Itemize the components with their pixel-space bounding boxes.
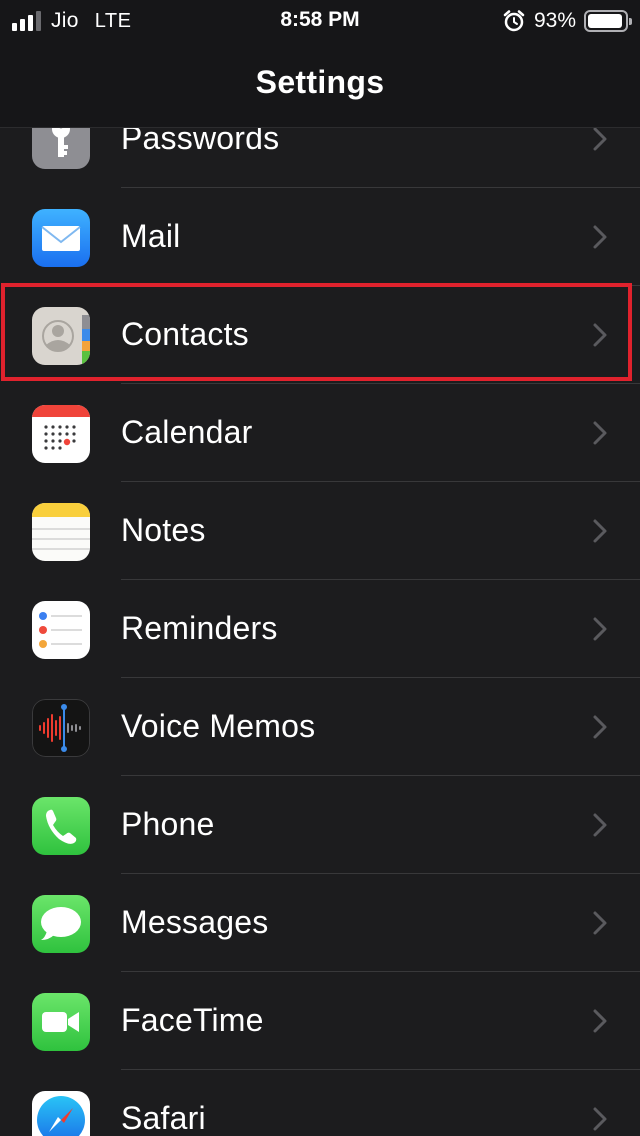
settings-row-reminders[interactable]: Reminders: [0, 580, 640, 678]
settings-row-mail[interactable]: Mail: [0, 188, 640, 286]
settings-row-label: Passwords: [121, 128, 280, 156]
settings-row-safari[interactable]: Safari: [0, 1070, 640, 1136]
settings-row-voice-memos[interactable]: Voice Memos: [0, 678, 640, 776]
settings-row-label: Mail: [121, 218, 181, 254]
settings-row-label: Safari: [121, 1100, 206, 1136]
settings-row-label: Voice Memos: [121, 708, 316, 744]
mail-envelope-icon: [32, 209, 90, 267]
reminders-icon: [32, 601, 90, 659]
chevron-right-icon: [593, 128, 607, 151]
alarm-icon: [503, 10, 525, 32]
contacts-icon: [32, 307, 90, 365]
navigation-bar: Settings: [0, 42, 640, 128]
settings-row-label: Contacts: [121, 316, 249, 352]
chevron-right-icon: [593, 1009, 607, 1033]
chevron-right-icon: [593, 323, 607, 347]
settings-row-calendar[interactable]: Calendar: [0, 384, 640, 482]
phone-icon: [32, 797, 90, 855]
settings-row-phone[interactable]: Phone: [0, 776, 640, 874]
settings-row-contacts[interactable]: Contacts: [0, 286, 640, 384]
settings-list[interactable]: Passwords Mail Contacts Calendar Notes R…: [0, 128, 640, 1136]
battery-percent: 93%: [533, 9, 576, 32]
settings-row-label: Notes: [121, 512, 206, 548]
messages-icon: [32, 895, 90, 953]
chevron-right-icon: [593, 421, 607, 445]
chevron-right-icon: [593, 225, 607, 249]
status-right: 93%: [502, 8, 632, 34]
notes-icon: [32, 503, 90, 561]
chevron-right-icon: [593, 617, 607, 641]
settings-row-label: Calendar: [121, 414, 253, 450]
facetime-icon: [32, 993, 90, 1051]
settings-row-label: Reminders: [121, 610, 278, 646]
settings-row-messages[interactable]: Messages: [0, 874, 640, 972]
settings-row-label: FaceTime: [121, 1002, 264, 1038]
status-bar: Jio LTE 8:58 PM 93%: [0, 0, 640, 42]
safari-icon: [32, 1091, 90, 1136]
settings-row-label: Messages: [121, 904, 269, 940]
voice-memos-icon: [32, 699, 90, 757]
calendar-icon: [32, 405, 90, 463]
chevron-right-icon: [593, 813, 607, 837]
chevron-right-icon: [593, 715, 607, 739]
chevron-right-icon: [593, 1107, 607, 1131]
settings-row-passwords[interactable]: Passwords: [0, 128, 640, 188]
battery-icon: [584, 10, 632, 32]
settings-row-facetime[interactable]: FaceTime: [0, 972, 640, 1070]
passwords-key-icon: [32, 128, 90, 169]
chevron-right-icon: [593, 519, 607, 543]
page-title: Settings: [255, 64, 385, 100]
settings-row-notes[interactable]: Notes: [0, 482, 640, 580]
chevron-right-icon: [593, 911, 607, 935]
settings-row-label: Phone: [121, 806, 215, 842]
